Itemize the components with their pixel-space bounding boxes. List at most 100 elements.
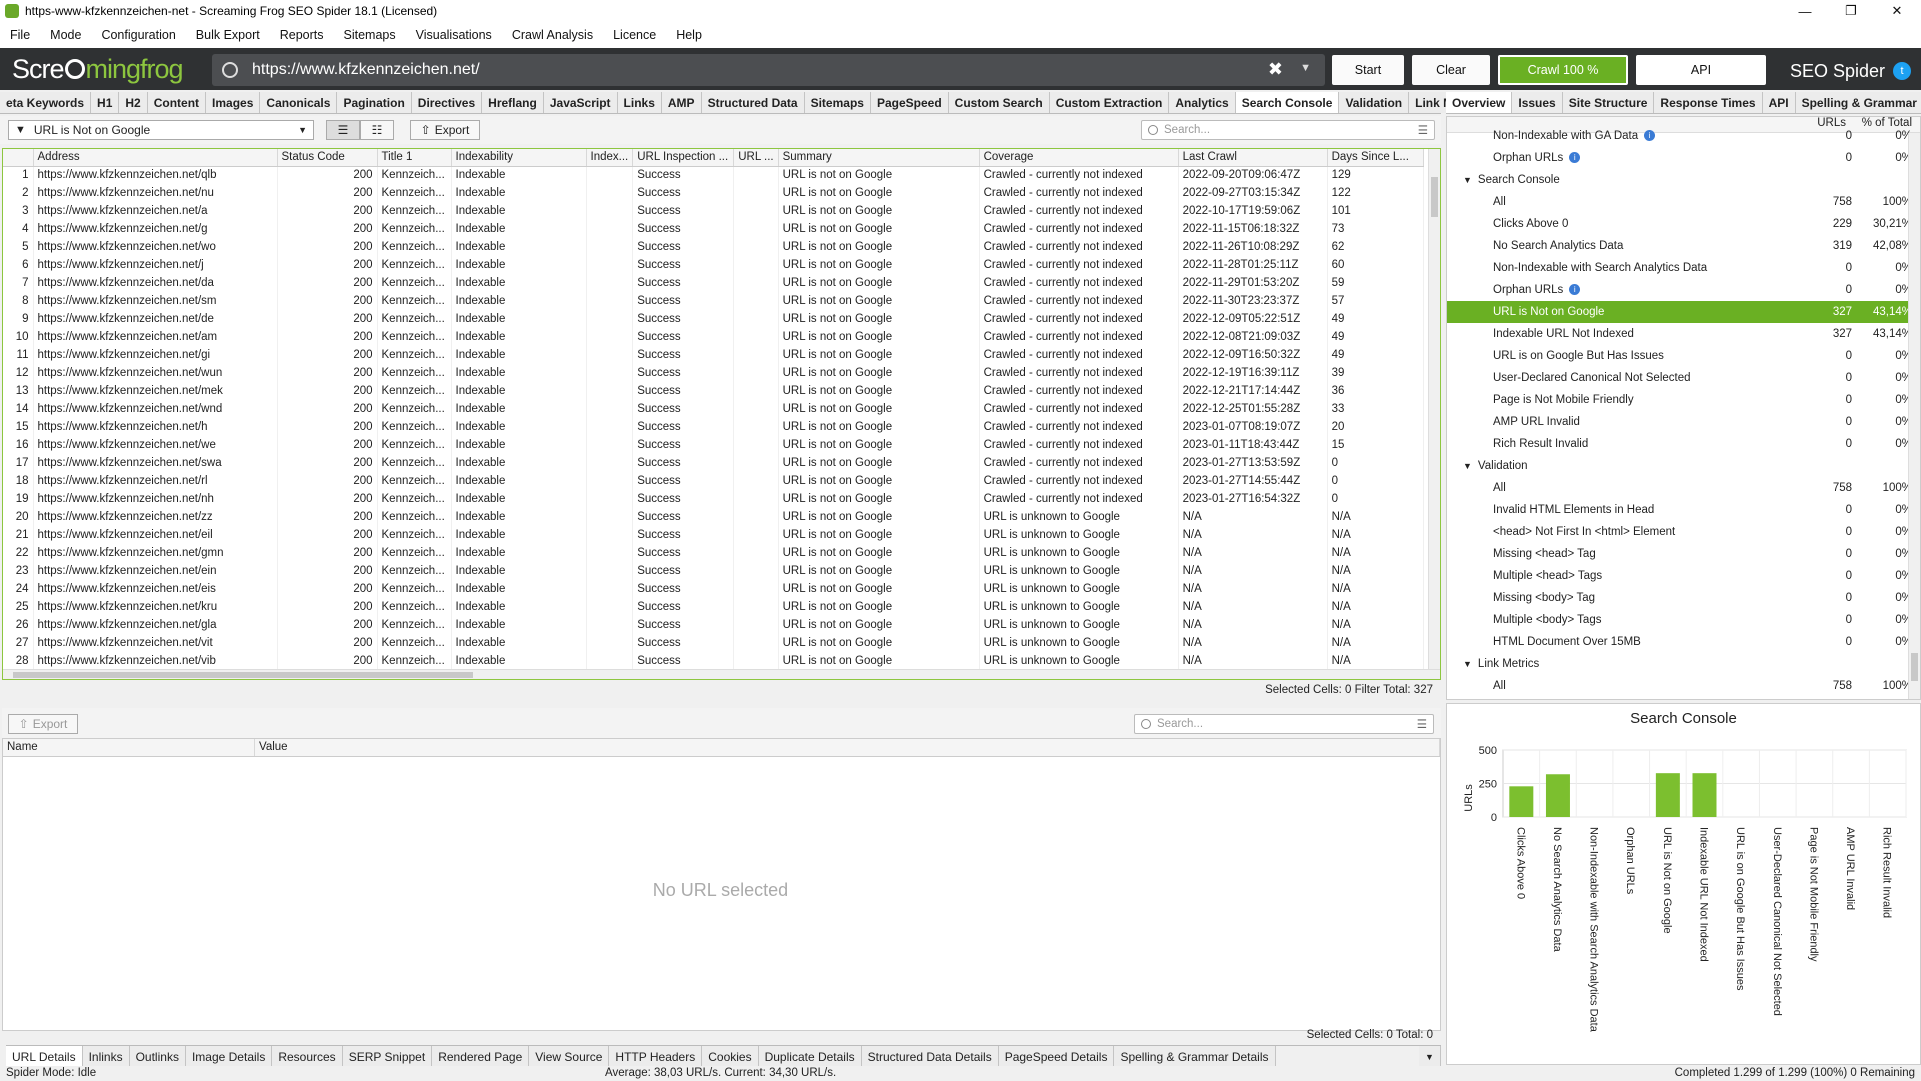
cell-last-crawl[interactable]: 2023-01-07T08:19:07Z [1178, 418, 1328, 436]
cell-url-status[interactable] [733, 418, 779, 436]
cell-title[interactable]: Kennzeich... [377, 418, 452, 436]
row-index[interactable]: 27 [3, 634, 34, 652]
cell-summary[interactable]: URL is not on Google [778, 652, 980, 670]
cell-coverage[interactable]: Crawled - currently not indexed [979, 220, 1179, 238]
cell-address[interactable]: https://www.kfzkennzeichen.net/swa [33, 454, 278, 472]
cell-title[interactable]: Kennzeich... [377, 364, 452, 382]
cell-indexability-status[interactable] [586, 166, 634, 184]
col-name[interactable]: Name [3, 739, 255, 756]
overview-item[interactable]: Multiple <body> Tags 0 0% [1447, 609, 1920, 631]
cell-address[interactable]: https://www.kfzkennzeichen.net/a [33, 202, 278, 220]
col-last-crawl[interactable]: Last Crawl [1178, 149, 1328, 167]
table-row[interactable]: 23 https://www.kfzkennzeichen.net/ein 200 K… [3, 562, 1424, 580]
cell-last-crawl[interactable]: 2022-10-17T19:59:06Z [1178, 202, 1328, 220]
cell-coverage[interactable]: Crawled - currently not indexed [979, 310, 1179, 328]
cell-coverage[interactable]: Crawled - currently not indexed [979, 256, 1179, 274]
cell-title[interactable]: Kennzeich... [377, 184, 452, 202]
tab-overview[interactable]: Overview [1446, 92, 1513, 113]
overview-item[interactable]: No Search Analytics Data 319 42,08% [1447, 235, 1920, 257]
api-button[interactable]: API [1636, 55, 1766, 85]
cell-title[interactable]: Kennzeich... [377, 598, 452, 616]
tab-http-headers[interactable]: HTTP Headers [609, 1046, 703, 1067]
col-days-since[interactable]: Days Since L... [1327, 149, 1424, 167]
cell-indexability-status[interactable] [586, 472, 634, 490]
cell-last-crawl[interactable]: 2022-11-26T10:08:29Z [1178, 238, 1328, 256]
detail-search-input[interactable]: Search... ☰ [1134, 714, 1434, 734]
cell-inspection[interactable]: Success [632, 652, 735, 670]
row-index[interactable]: 16 [3, 436, 34, 454]
col-indexability[interactable]: Indexability [451, 149, 587, 167]
cell-summary[interactable]: URL is not on Google [778, 418, 980, 436]
cell-indexability[interactable]: Indexable [451, 400, 587, 418]
cell-status-code[interactable]: 200 [277, 418, 378, 436]
cell-inspection[interactable]: Success [632, 598, 735, 616]
overview-item[interactable]: Missing <body> Tag 0 0% [1447, 587, 1920, 609]
cell-coverage[interactable]: URL is unknown to Google [979, 544, 1179, 562]
cell-last-crawl[interactable]: 2022-12-25T01:55:28Z [1178, 400, 1328, 418]
table-row[interactable]: 15 https://www.kfzkennzeichen.net/h 200 Ken… [3, 418, 1424, 436]
cell-days-since[interactable]: N/A [1327, 580, 1424, 598]
tab-image-details[interactable]: Image Details [185, 1046, 273, 1067]
twitter-icon[interactable]: t [1893, 62, 1912, 80]
cell-status-code[interactable]: 200 [277, 274, 378, 292]
tab-pagespeed[interactable]: PageSpeed [870, 92, 949, 113]
cell-days-since[interactable]: 39 [1327, 364, 1424, 382]
cell-indexability[interactable]: Indexable [451, 382, 587, 400]
tab-images[interactable]: Images [206, 92, 261, 113]
cell-indexability[interactable]: Indexable [451, 328, 587, 346]
cell-summary[interactable]: URL is not on Google [778, 562, 980, 580]
url-input[interactable]: https://www.kfzkennzeichen.net/ ✖ ▼ [212, 54, 1325, 86]
cell-last-crawl[interactable]: N/A [1178, 508, 1328, 526]
cell-title[interactable]: Kennzeich... [377, 400, 452, 418]
cell-last-crawl[interactable]: 2023-01-27T14:55:44Z [1178, 472, 1328, 490]
cell-status-code[interactable]: 200 [277, 616, 378, 634]
cell-status-code[interactable]: 200 [277, 184, 378, 202]
overview-item[interactable]: Rich Result Invalid 0 0% [1447, 433, 1920, 455]
row-index[interactable]: 10 [3, 328, 34, 346]
tab-serp-snippet[interactable]: SERP Snippet [342, 1046, 433, 1067]
tab-duplicate-details[interactable]: Duplicate Details [758, 1046, 862, 1067]
tab-amp[interactable]: AMP [661, 92, 702, 113]
cell-days-since[interactable]: 101 [1327, 202, 1424, 220]
row-index[interactable]: 17 [3, 454, 34, 472]
cell-coverage[interactable]: Crawled - currently not indexed [979, 418, 1179, 436]
menu-crawl-analysis[interactable]: Crawl Analysis [512, 28, 593, 42]
cell-indexability-status[interactable] [586, 184, 634, 202]
row-index[interactable]: 3 [3, 202, 34, 220]
tab-h2[interactable]: H2 [119, 92, 148, 113]
tab-canonicals[interactable]: Canonicals [260, 92, 338, 113]
clear-button[interactable]: Clear [1412, 55, 1490, 85]
expand-icon[interactable]: ▼ [1463, 175, 1472, 185]
row-index[interactable]: 15 [3, 418, 34, 436]
cell-days-since[interactable]: 73 [1327, 220, 1424, 238]
cell-address[interactable]: https://www.kfzkennzeichen.net/we [33, 436, 278, 454]
menu-licence[interactable]: Licence [613, 28, 656, 42]
tab-hreflang[interactable]: Hreflang [482, 92, 544, 113]
cell-summary[interactable]: URL is not on Google [778, 436, 980, 454]
cell-summary[interactable]: URL is not on Google [778, 238, 980, 256]
cell-indexability-status[interactable] [586, 616, 634, 634]
cell-indexability[interactable]: Indexable [451, 490, 587, 508]
overview-item[interactable]: All 758 100% [1447, 477, 1920, 499]
search-options-icon[interactable]: ☰ [1418, 123, 1428, 137]
cell-url-status[interactable] [733, 256, 779, 274]
cell-status-code[interactable]: 200 [277, 472, 378, 490]
cell-url-status[interactable] [733, 364, 779, 382]
overview-item[interactable]: HTML Document Over 15MB 0 0% [1447, 631, 1920, 653]
cell-title[interactable]: Kennzeich... [377, 256, 452, 274]
cell-indexability-status[interactable] [586, 490, 634, 508]
cell-coverage[interactable]: Crawled - currently not indexed [979, 454, 1179, 472]
cell-indexability[interactable]: Indexable [451, 166, 587, 184]
cell-summary[interactable]: URL is not on Google [778, 400, 980, 418]
cell-indexability-status[interactable] [586, 400, 634, 418]
cell-status-code[interactable]: 200 [277, 634, 378, 652]
cell-url-status[interactable] [733, 544, 779, 562]
clear-url-icon[interactable]: ✖ [1268, 59, 1283, 80]
tab-validation[interactable]: Validation [1339, 92, 1410, 113]
cell-address[interactable]: https://www.kfzkennzeichen.net/vit [33, 634, 278, 652]
cell-indexability[interactable]: Indexable [451, 454, 587, 472]
cell-url-status[interactable] [733, 436, 779, 454]
cell-indexability-status[interactable] [586, 562, 634, 580]
cell-url-status[interactable] [733, 616, 779, 634]
cell-last-crawl[interactable]: N/A [1178, 598, 1328, 616]
